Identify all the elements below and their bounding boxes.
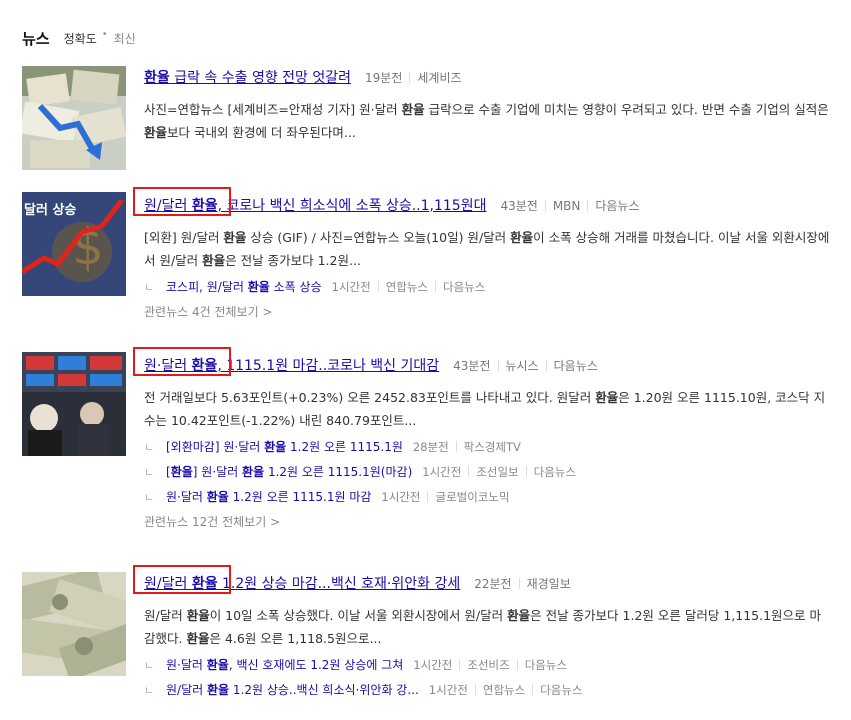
news-time: 43분전 <box>453 358 491 373</box>
news-body: 환율 급락 속 수출 영향 전망 엇갈려 19분전 세계비즈 사진=연합뉴스 [세… <box>144 64 832 144</box>
related-via[interactable]: 다음뉴스 <box>534 465 576 479</box>
related-news-link[interactable]: 코스피, 원/달러 환율 소폭 상승 <box>166 278 322 295</box>
news-title-link[interactable]: 원/달러 환율, 코로나 백신 희소식에 소폭 상승..1,115원대 <box>133 187 487 216</box>
divider <box>435 280 437 292</box>
related-news-link[interactable]: 원/달러 환율 1.2원 상승..백신 희소식·위안화 강... <box>166 681 419 698</box>
news-title-text: 원·달러 환율, 1115.1원 마감..코로나 백신 기대감 <box>144 358 440 374</box>
news-source[interactable]: 재경일보 <box>527 577 571 591</box>
related-news-link[interactable]: 원·달러 환율, 백신 호재에도 1.2원 상승에 그쳐 <box>166 656 403 673</box>
divider <box>532 683 534 695</box>
divider <box>468 465 470 477</box>
related-marker-icon: ㄴ <box>144 683 155 697</box>
news-source[interactable]: 세계비즈 <box>417 71 461 85</box>
divider <box>409 71 411 83</box>
divider <box>587 199 589 211</box>
news-title-link[interactable]: 원·달러 환율, 1115.1원 마감..코로나 백신 기대감 <box>133 347 440 376</box>
news-via[interactable]: 다음뉴스 <box>554 359 598 373</box>
related-source[interactable]: 조선비즈 <box>467 658 509 672</box>
divider <box>516 658 518 670</box>
related-marker-icon: ㄴ <box>144 440 155 454</box>
related-source[interactable]: 글로벌이코노믹 <box>435 490 509 504</box>
related-news-item: ㄴ [환율] 원·달러 환율 1.2원 오른 1115.1원(마감) 1시간전 조… <box>144 459 832 484</box>
related-source[interactable]: 연합뉴스 <box>483 683 525 697</box>
news-source[interactable]: MBN <box>553 199 581 213</box>
divider <box>377 280 379 292</box>
news-source[interactable]: 뉴시스 <box>506 359 539 373</box>
related-time: 1시간전 <box>422 464 462 479</box>
related-source[interactable]: 팍스경제TV <box>464 440 521 454</box>
related-news-item: ㄴ [외환마감] 원·달러 환율 1.2원 오른 1115.1원 28분전 팍스경… <box>144 434 832 459</box>
news-title-text: 원/달러 환율 1.2원 상승 마감...백신 호재·위안화 강세 <box>144 576 461 592</box>
news-thumbnail[interactable] <box>22 352 126 456</box>
divider <box>459 658 461 670</box>
related-marker-icon: ㄴ <box>144 280 155 294</box>
sort-latest-link[interactable]: 최신 <box>114 30 136 47</box>
news-thumbnail[interactable] <box>22 572 126 676</box>
news-body: 원/달러 환율 1.2원 상승 마감...백신 호재·위안화 강세 22분전 재경… <box>133 565 832 702</box>
news-thumbnail[interactable]: $ 달러 상승 <box>22 192 126 296</box>
related-time: 28분전 <box>412 439 449 454</box>
divider <box>544 199 546 211</box>
news-via[interactable]: 다음뉴스 <box>595 199 639 213</box>
news-title-link[interactable]: 원/달러 환율 1.2원 상승 마감...백신 호재·위안화 강세 <box>133 565 461 594</box>
related-source[interactable]: 연합뉴스 <box>386 280 428 294</box>
divider <box>525 465 527 477</box>
related-news-more-link[interactable]: 관련뉴스 12건 전체보기 > <box>144 509 832 533</box>
related-time: 1시간전 <box>381 489 421 504</box>
news-description: 전 거래일보다 5.63포인트(+0.23%) 오른 2452.83포인트를 나… <box>144 390 826 428</box>
related-marker-icon: ㄴ <box>144 658 155 672</box>
related-marker-icon: ㄴ <box>144 465 155 479</box>
news-description: 원/달러 환율이 10일 소폭 상승했다. 이날 서울 외환시장에서 원/달러 … <box>144 608 822 646</box>
related-news-item: ㄴ 원/달러 환율 1.2원 상승..백신 희소식·위안화 강... 1시간전 연… <box>144 677 832 702</box>
sort-separator: • <box>101 28 108 40</box>
related-via[interactable]: 다음뉴스 <box>443 280 485 294</box>
related-via[interactable]: 다음뉴스 <box>540 683 582 697</box>
divider <box>545 359 547 371</box>
related-news-item: ㄴ 원·달러 환율 1.2원 오른 1115.1원 마감 1시간전 글로벌이코노믹 <box>144 484 832 509</box>
news-description: 사진=연합뉴스 [세계비즈=안재성 기자] 원·달러 환율 급락으로 수출 기업… <box>144 102 829 140</box>
related-time: 1시간전 <box>428 682 468 697</box>
divider <box>455 440 457 452</box>
related-via[interactable]: 다음뉴스 <box>525 658 567 672</box>
related-source[interactable]: 조선일보 <box>476 465 518 479</box>
related-news-link[interactable]: 원·달러 환율 1.2원 오른 1115.1원 마감 <box>166 488 371 505</box>
news-section-title: 뉴스 <box>22 29 50 48</box>
related-news-link[interactable]: [환율] 원·달러 환율 1.2원 오른 1115.1원(마감) <box>166 463 412 480</box>
related-time: 1시간전 <box>331 279 371 294</box>
news-title-link[interactable]: 환율 급락 속 수출 영향 전망 엇갈려 <box>144 67 351 87</box>
related-marker-icon: ㄴ <box>144 490 155 504</box>
divider <box>518 577 520 589</box>
divider <box>497 359 499 371</box>
news-thumbnail[interactable] <box>22 66 126 170</box>
sort-accuracy-link[interactable]: 정확도 <box>64 30 97 47</box>
news-title-text: 원/달러 환율, 코로나 백신 희소식에 소폭 상승..1,115원대 <box>144 198 487 214</box>
thumb-caption: 달러 상승 <box>24 202 76 218</box>
divider <box>427 490 429 502</box>
news-time: 19분전 <box>365 70 403 85</box>
divider <box>474 683 476 695</box>
related-news-more-link[interactable]: 관련뉴스 4건 전체보기 > <box>144 299 832 323</box>
news-time: 22분전 <box>474 576 512 591</box>
news-description: [외환] 원/달러 환율 상승 (GIF) / 사진=연합뉴스 오늘(10일) … <box>144 230 830 268</box>
news-header: 뉴스 정확도 • 최신 <box>22 26 136 50</box>
news-body: 원·달러 환율, 1115.1원 마감..코로나 백신 기대감 43분전 뉴시스 다… <box>133 347 832 533</box>
related-news-item: ㄴ 원·달러 환율, 백신 호재에도 1.2원 상승에 그쳐 1시간전 조선비즈 다… <box>144 652 832 677</box>
related-news-item: ㄴ 코스피, 원/달러 환율 소폭 상승 1시간전 연합뉴스 다음뉴스 <box>144 274 832 299</box>
related-time: 1시간전 <box>413 657 453 672</box>
related-news-link[interactable]: [외환마감] 원·달러 환율 1.2원 오른 1115.1원 <box>166 438 403 455</box>
news-time: 43분전 <box>500 198 538 213</box>
news-body: 원/달러 환율, 코로나 백신 희소식에 소폭 상승..1,115원대 43분전… <box>133 187 832 323</box>
